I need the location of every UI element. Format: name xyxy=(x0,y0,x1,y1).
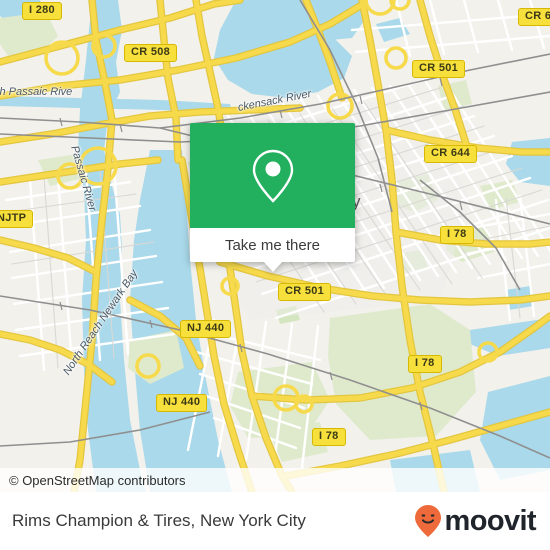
popup-header xyxy=(190,123,355,228)
moovit-location-card: I 280 CR 508 CR 501 CR 644 CR 6 NJTP I 7… xyxy=(0,0,550,550)
map-pin-icon xyxy=(252,149,293,203)
take-me-there-label: Take me there xyxy=(224,236,321,254)
take-me-there-button[interactable]: Take me there xyxy=(190,228,355,262)
attribution-text: © OpenStreetMap contributors xyxy=(9,472,186,488)
map-attribution[interactable]: © OpenStreetMap contributors xyxy=(0,468,550,492)
map-canvas[interactable]: I 280 CR 508 CR 501 CR 644 CR 6 NJTP I 7… xyxy=(0,0,550,492)
moovit-logo[interactable]: moovit xyxy=(413,504,537,538)
moovit-wordmark: moovit xyxy=(444,504,537,537)
location-title: Rims Champion & Tires, New York City xyxy=(12,511,306,530)
location-popup-card[interactable]: Take me there xyxy=(190,123,355,272)
popup-pointer xyxy=(263,261,283,272)
moovit-pin-smile-icon xyxy=(414,505,441,537)
footer-bar: Rims Champion & Tires, New York City moo… xyxy=(0,492,550,550)
